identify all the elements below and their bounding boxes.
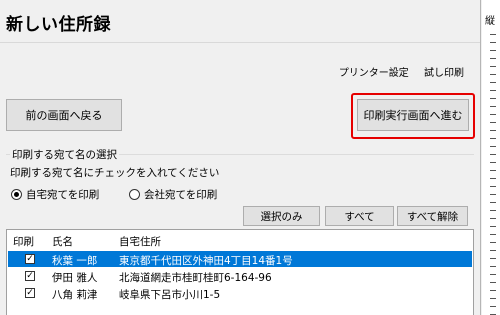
preview-side-pane: 縦 xyxy=(482,0,500,315)
select-all-button[interactable]: すべて xyxy=(325,206,394,226)
list-row[interactable]: ✓ 秋葉 一郎 東京都千代田区外神田4丁目14番1号 xyxy=(8,251,472,267)
deselect-all-button[interactable]: すべて解除 xyxy=(397,206,468,226)
select-only-button[interactable]: 選択のみ xyxy=(243,206,320,226)
title-divider xyxy=(0,42,480,43)
row-address: 東京都千代田区外神田4丁目14番1号 xyxy=(119,255,293,267)
print-checkbox[interactable]: ✓ xyxy=(25,288,35,298)
page-title: 新しい住所録 xyxy=(6,15,111,35)
radio-unchecked-icon xyxy=(129,189,140,200)
top-links: プリンター設定 試し印刷 xyxy=(327,64,464,79)
pane-divider[interactable] xyxy=(480,0,481,315)
column-header-address[interactable]: 自宅住所 xyxy=(119,234,161,249)
row-address: 岐阜県下呂市小川1-5 xyxy=(119,289,221,301)
row-name: 伊田 雅人 xyxy=(52,272,98,284)
list-header: 印刷 氏名 自宅住所 xyxy=(7,232,473,250)
recipient-list[interactable]: 印刷 氏名 自宅住所 ✓ 秋葉 一郎 東京都千代田区外神田4丁目14番1号 ✓ … xyxy=(6,229,474,315)
row-name: 八角 莉津 xyxy=(52,289,98,301)
list-row[interactable]: ✓ 八角 莉津 岐阜県下呂市小川1-5 xyxy=(8,285,472,301)
ruler-ticks xyxy=(490,34,496,315)
radio-company-label: 会社宛てを印刷 xyxy=(144,189,218,201)
radio-home-label: 自宅宛てを印刷 xyxy=(26,189,100,201)
radio-checked-icon xyxy=(11,189,22,200)
print-checkbox[interactable]: ✓ xyxy=(25,254,35,264)
group-title: 印刷する宛て名の選択 xyxy=(10,147,119,162)
orientation-label: 縦 xyxy=(485,16,495,27)
main-pane: 新しい住所録 プリンター設定 試し印刷 前の画面へ戻る 印刷実行画面へ進む 印刷… xyxy=(0,0,480,315)
column-header-name[interactable]: 氏名 xyxy=(52,234,73,249)
row-address: 北海道網走市桂町桂町6-164-96 xyxy=(119,272,272,284)
printer-settings-link[interactable]: プリンター設定 xyxy=(339,68,409,79)
print-checkbox[interactable]: ✓ xyxy=(25,271,35,281)
instruction-text: 印刷する宛て名にチェックを入れてください xyxy=(10,167,220,179)
column-header-print[interactable]: 印刷 xyxy=(13,234,34,249)
row-name: 秋葉 一郎 xyxy=(52,255,98,267)
list-row[interactable]: ✓ 伊田 雅人 北海道網走市桂町桂町6-164-96 xyxy=(8,268,472,284)
test-print-link[interactable]: 試し印刷 xyxy=(424,68,464,79)
radio-dot-icon xyxy=(14,192,19,197)
proceed-to-print-button[interactable]: 印刷実行画面へ進む xyxy=(357,99,469,131)
app-window: 新しい住所録 プリンター設定 試し印刷 前の画面へ戻る 印刷実行画面へ進む 印刷… xyxy=(0,0,500,315)
radio-company-address[interactable]: 会社宛てを印刷 xyxy=(129,187,217,202)
radio-home-address[interactable]: 自宅宛てを印刷 xyxy=(11,187,99,202)
back-button[interactable]: 前の画面へ戻る xyxy=(6,99,122,131)
